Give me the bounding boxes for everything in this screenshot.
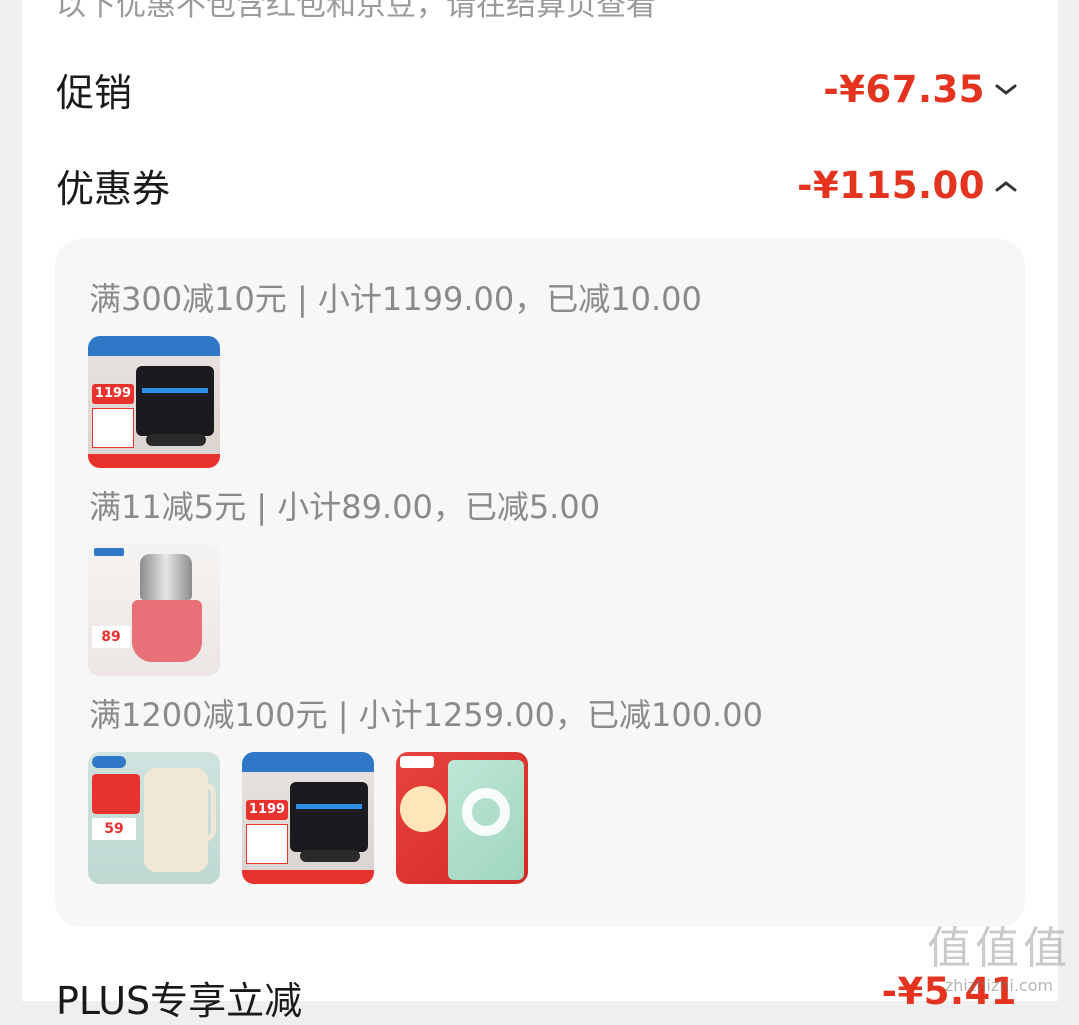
- promotion-amount: -¥67.35: [823, 68, 985, 111]
- site-watermark: 值值值 zhizhizhi.com: [927, 912, 1071, 995]
- promotion-label: 促销: [56, 62, 132, 117]
- meat-chopper-product-thumbnail[interactable]: 89: [88, 544, 220, 676]
- promotion-row[interactable]: 促销 -¥67.35: [56, 62, 1017, 117]
- kettle-product-thumbnail[interactable]: 59: [88, 752, 220, 884]
- coupon-group-title: 满11减5元 | 小计89.00，已减5.00: [89, 482, 600, 528]
- plus-discount-label: PLUS专享立减: [56, 970, 302, 1025]
- kettle-price-tag: 59: [92, 818, 136, 840]
- coupon-group-products: 59 1199: [88, 752, 528, 884]
- hood-price-tag: 1199: [246, 800, 288, 820]
- range-hood-product-thumbnail[interactable]: 1199: [88, 336, 220, 468]
- coupon-group-products: 1199: [88, 336, 220, 468]
- chevron-up-icon[interactable]: [995, 179, 1017, 193]
- watermark-logo: 值值值: [927, 912, 1071, 976]
- hood-price-tag: 1199: [92, 384, 134, 404]
- coupon-group-title: 满1200减100元 | 小计1259.00，已减100.00: [89, 690, 763, 736]
- coupon-row[interactable]: 优惠券 -¥115.00: [56, 158, 1017, 213]
- coupon-group-products: 89: [88, 544, 220, 676]
- coupon-label: 优惠券: [56, 158, 170, 213]
- discount-notice: 以下优惠不包含红包和京豆，请在结算页查看: [56, 0, 656, 24]
- watermark-url: zhizhizhi.com: [927, 976, 1071, 995]
- range-hood-product-thumbnail[interactable]: 1199: [242, 752, 374, 884]
- coupon-group-title: 满300减10元 | 小计1199.00，已减10.00: [89, 274, 702, 320]
- coupon-amount: -¥115.00: [797, 164, 985, 207]
- tape-product-thumbnail[interactable]: [396, 752, 528, 884]
- chopper-price-tag: 89: [92, 626, 130, 648]
- chevron-down-icon[interactable]: [995, 83, 1017, 97]
